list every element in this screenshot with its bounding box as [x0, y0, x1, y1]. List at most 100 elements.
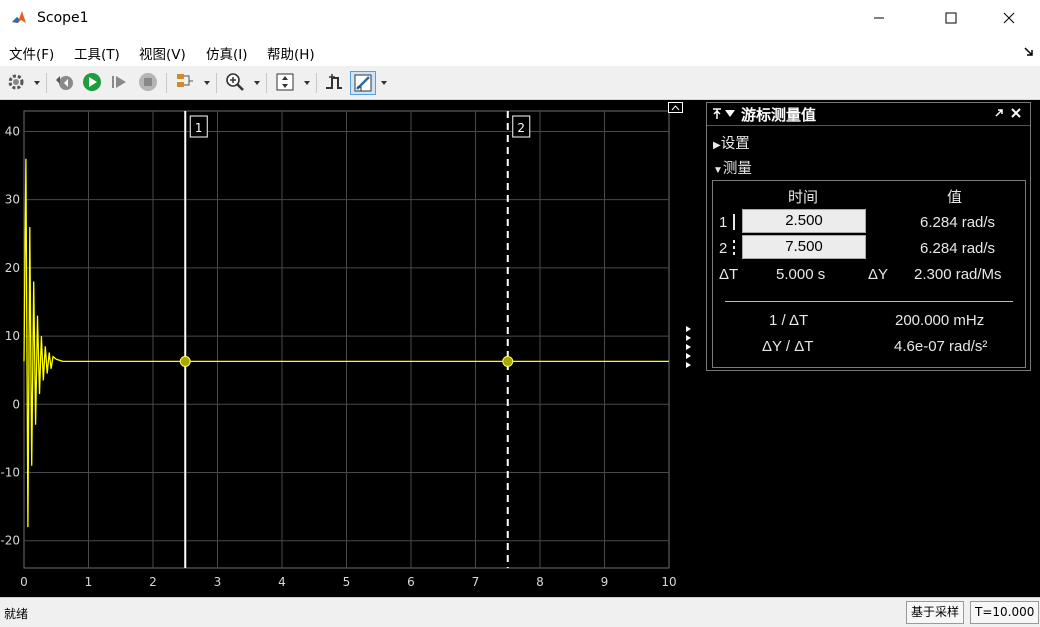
toolbar-separator [316, 73, 317, 93]
triggers-button[interactable] [323, 71, 345, 93]
cursor1-solid-line-icon [733, 214, 735, 230]
simulation-time-indicator: T=10.000 [970, 601, 1040, 624]
scale-dropdown-icon[interactable] [304, 81, 310, 85]
inverse-delta-t-value: 200.000 mHz [895, 312, 985, 329]
measurements-table: 时间 值 1 2.500 6.284 rad/s 2 7.500 6.284 r… [712, 180, 1026, 368]
panel-title-bar: 游标测量值 [707, 103, 1030, 126]
cursor1-value: 6.284 rad/s [920, 214, 996, 231]
cursor-2-marker [502, 355, 514, 367]
toolbar-separator [166, 73, 167, 93]
value-column-header: 值 [947, 189, 963, 206]
close-button[interactable] [986, 0, 1032, 36]
x-tick-label: 6 [407, 575, 415, 589]
collapse-icon: ▼ [713, 165, 723, 176]
scale-axes-icon [276, 73, 294, 91]
maximize-button[interactable] [928, 0, 974, 36]
x-tick-label: 8 [536, 575, 544, 589]
y-tick-label: 30 [5, 193, 20, 207]
settings-button[interactable] [5, 71, 27, 93]
x-tick-label: 4 [278, 575, 286, 589]
cursor-measurements-panel: 游标测量值 ▶设置 ▼测量 时间 值 1 2.500 6.284 rad/s 2… [706, 102, 1031, 371]
y-tick-label: 10 [5, 329, 20, 343]
status-bar: 就绪 基于采样 T=10.000 [0, 597, 1040, 627]
zoom-in-button[interactable] [224, 71, 246, 93]
cursor2-row-label: 2 [719, 240, 728, 257]
minimize-button[interactable] [856, 0, 902, 36]
cursor2-dashed-line-icon [733, 240, 735, 256]
step-forward-button[interactable] [108, 71, 130, 93]
slope-label: ΔY / ΔT [762, 338, 814, 355]
toolbar-separator [46, 73, 47, 93]
x-tick-label: 7 [472, 575, 480, 589]
cursor-measurements-button[interactable] [350, 71, 376, 95]
triggers-icon [326, 74, 342, 89]
toolbar [0, 66, 1040, 100]
y-tick-label: 40 [5, 124, 20, 138]
collapse-panel-icon[interactable] [725, 110, 735, 118]
x-tick-label: 2 [149, 575, 157, 589]
measurements-section-label: 测量 [722, 161, 752, 177]
menu-help[interactable]: 帮助(H) [267, 43, 315, 63]
y-tick-label: 0 [12, 397, 20, 411]
x-tick-label: 0 [20, 575, 28, 589]
y-tick-label: -10 [0, 466, 20, 480]
expand-icon: ▶ [713, 140, 721, 151]
run-icon [83, 73, 101, 91]
x-tick-label: 3 [214, 575, 222, 589]
delta-t-value: 5.000 s [776, 266, 826, 283]
maximize-axes-icon[interactable] [668, 102, 684, 114]
menu-simulation[interactable]: 仿真(I) [206, 43, 248, 63]
maximize-icon [945, 12, 957, 24]
matlab-icon [10, 9, 28, 27]
measurements-section-header[interactable]: ▼测量 [713, 157, 752, 178]
cursor-2-tag-label: 2 [517, 121, 525, 135]
cursor2-value: 6.284 rad/s [920, 240, 996, 257]
cursor-dropdown-icon[interactable] [381, 81, 387, 85]
zoom-dropdown-icon[interactable] [254, 81, 260, 85]
y-tick-label: 20 [5, 261, 20, 275]
scope-plot[interactable]: 0 1 2 3 4 5 6 7 8 9 10 40 30 20 10 0 -10 -20 1 2 [0, 100, 700, 597]
time-column-header: 时间 [788, 189, 819, 206]
undock-arrow-icon[interactable] [1024, 47, 1034, 57]
cursor2-time-input[interactable]: 7.500 [742, 235, 866, 259]
scale-axes-button[interactable] [274, 71, 296, 93]
layout-dropdown-icon[interactable] [204, 81, 210, 85]
close-icon [1003, 12, 1015, 24]
cursor-1-tag-label: 1 [195, 121, 203, 135]
slope-value: 4.6e-07 rad/s² [894, 338, 988, 355]
x-tick-label: 10 [661, 575, 676, 589]
x-tick-label: 9 [601, 575, 609, 589]
step-back-button[interactable] [54, 71, 76, 93]
delta-y-label: ΔY [868, 266, 889, 283]
menu-file[interactable]: 文件(F) [9, 43, 54, 63]
stop-button[interactable] [137, 71, 159, 93]
menu-tools[interactable]: 工具(T) [74, 43, 120, 63]
sample-mode-indicator: 基于采样 [906, 601, 965, 624]
settings-section-header[interactable]: ▶设置 [713, 132, 750, 153]
window-title: Scope1 [37, 10, 89, 26]
cursor1-row-label: 1 [719, 214, 728, 231]
menu-view[interactable]: 视图(V) [139, 43, 186, 63]
measurements-divider [725, 301, 1013, 302]
close-panel-icon[interactable] [1010, 107, 1022, 119]
panel-title: 游标测量值 [741, 107, 817, 124]
settings-dropdown-icon[interactable] [34, 81, 40, 85]
step-back-icon [56, 76, 73, 90]
layout-icon [177, 74, 193, 87]
cursor1-time-input[interactable]: 2.500 [742, 209, 866, 233]
minimize-icon [874, 17, 884, 19]
cursor-measurements-icon [354, 74, 372, 92]
title-bar: Scope1 [0, 0, 1040, 36]
toolbar-separator [266, 73, 267, 93]
pin-icon[interactable] [712, 107, 722, 121]
layout-button[interactable] [174, 71, 196, 93]
settings-section-label: 设置 [720, 136, 750, 152]
x-tick-label: 1 [85, 575, 93, 589]
y-tick-label: -20 [0, 534, 20, 548]
run-button[interactable] [81, 71, 103, 93]
panel-toggle-arrows-icon[interactable] [684, 325, 694, 375]
undock-panel-icon[interactable] [994, 108, 1004, 118]
stop-icon [139, 73, 157, 91]
step-forward-icon [112, 76, 126, 88]
toolbar-separator [216, 73, 217, 93]
